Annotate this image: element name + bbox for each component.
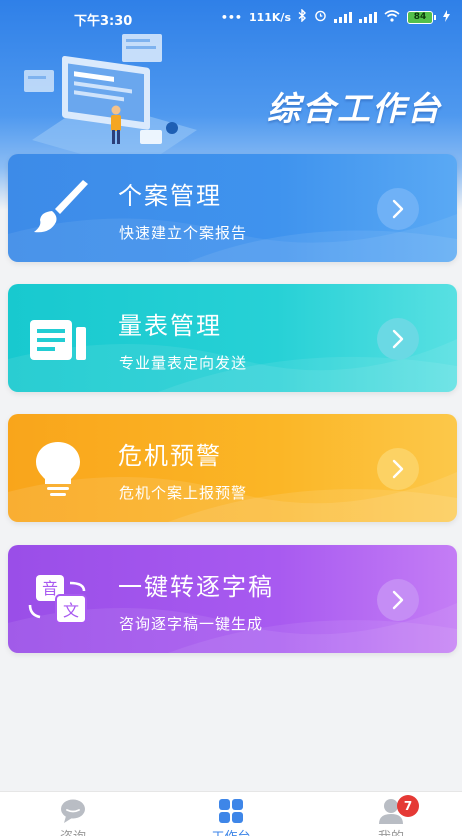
wifi-icon (384, 9, 400, 25)
card-title: 个案管理 (118, 182, 222, 210)
chevron-right-icon[interactable] (377, 318, 419, 360)
translate-icon: 音 文 (28, 575, 87, 624)
card-case-management[interactable]: 个案管理 快速建立个案报告 (8, 154, 457, 262)
more-dots-icon: ••• (220, 10, 242, 24)
workstation-illustration (24, 34, 197, 160)
chat-bubble-icon (61, 799, 85, 823)
status-bar: 下午3:30 ••• 111K/s 84 (0, 0, 462, 34)
card-title: 量表管理 (118, 312, 222, 340)
card-title: 一键转逐字稿 (118, 573, 274, 601)
brush-icon (34, 180, 88, 233)
bluetooth-icon (298, 8, 307, 25)
chevron-right-icon[interactable] (377, 579, 419, 621)
tab-workbench[interactable]: 工作台 (171, 792, 291, 836)
notification-badge: 7 (397, 795, 419, 817)
network-speed: 111K/s (248, 10, 291, 24)
card-scale-management[interactable]: 量表管理 专业量表定向发送 (8, 284, 457, 392)
tab-label: 咨询 (13, 826, 133, 836)
signal-icon-2 (359, 11, 377, 23)
bottom-tab-bar: 咨询 工作台 7 我的 (0, 791, 462, 836)
page-title: 综合工作台 (267, 89, 442, 128)
card-subtitle: 危机个案上报预警 (119, 484, 248, 502)
tab-mine[interactable]: 7 我的 (331, 792, 451, 836)
card-crisis-warning[interactable]: 危机预警 危机个案上报预警 (8, 414, 457, 522)
signal-icon (334, 11, 352, 23)
battery-level: 84 (407, 10, 433, 24)
card-subtitle: 咨询逐字稿一键生成 (119, 615, 264, 633)
status-icons: ••• 111K/s 84 (220, 8, 450, 25)
card-subtitle: 快速建立个案报告 (119, 224, 248, 242)
chevron-right-icon[interactable] (377, 188, 419, 230)
grid-icon (219, 799, 243, 823)
status-time: 下午3:30 (74, 14, 133, 29)
tab-label: 我的 (331, 826, 451, 836)
tab-consult[interactable]: 咨询 (13, 792, 133, 836)
lightbulb-icon (36, 442, 80, 496)
charging-icon (443, 9, 450, 25)
form-icon (30, 320, 86, 360)
tab-label: 工作台 (171, 826, 291, 836)
card-icon-text-text: 文 (63, 601, 79, 620)
card-transcript[interactable]: 音 文 一键转逐字稿 咨询逐字稿一键生成 (8, 545, 457, 653)
card-subtitle: 专业量表定向发送 (119, 354, 248, 372)
alarm-icon (314, 9, 327, 25)
card-icon-text-sound: 音 (42, 579, 58, 598)
card-title: 危机预警 (118, 442, 222, 470)
battery-icon: 84 (407, 10, 436, 24)
chevron-right-icon[interactable] (377, 448, 419, 490)
